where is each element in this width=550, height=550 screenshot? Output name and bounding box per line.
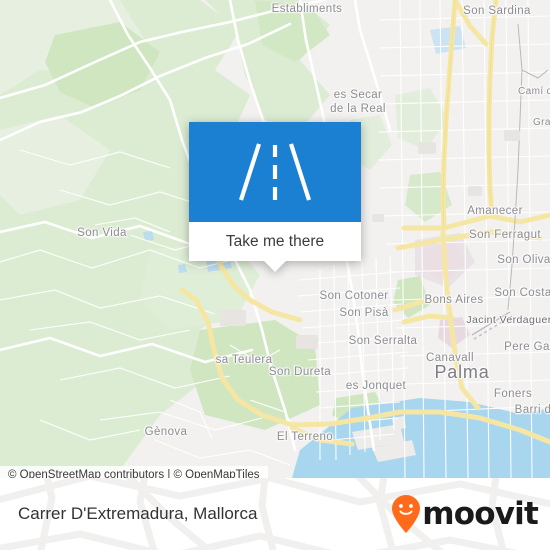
map-attribution[interactable]: © OpenStreetMap contributors | © OpenMap…	[0, 466, 268, 478]
footer-bar: Carrer D'Extremadura, Mallorca moovit	[0, 478, 550, 550]
road-icon	[239, 143, 311, 201]
popup-icon-area	[189, 122, 361, 222]
popup-pointer	[264, 261, 286, 272]
take-me-there-popup[interactable]: Take me there	[189, 122, 361, 272]
map-page: Establiments Son Sardina es Secar de la …	[0, 0, 550, 550]
take-me-there-button[interactable]: Take me there	[189, 222, 361, 261]
moovit-wordmark: moovit	[422, 495, 539, 532]
moovit-logo[interactable]: moovit	[392, 495, 539, 533]
popup-action-area[interactable]: Take me there	[189, 222, 361, 272]
place-title: Carrer D'Extremadura, Mallorca	[18, 504, 258, 523]
pin-smiley-icon	[392, 495, 421, 533]
